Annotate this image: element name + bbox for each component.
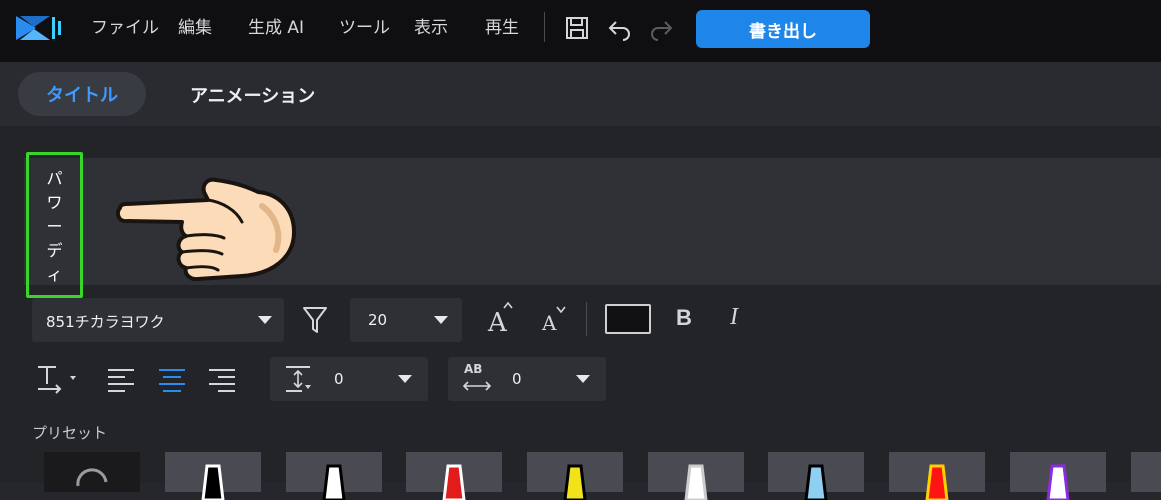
char-spacing-label: AB [464,362,483,376]
italic-button[interactable]: I [730,304,738,331]
preset-a-icon [322,464,346,500]
preset-glyph [684,464,708,500]
bold-button[interactable]: B [676,305,692,331]
save-icon[interactable] [564,15,590,41]
tab-animation[interactable]: アニメーション [190,82,315,108]
svg-text:A: A [487,308,508,334]
font-family-value: 851チカラヨワク [46,313,165,331]
preset-swatch[interactable] [648,452,744,500]
preset-a-icon [1046,464,1070,500]
chevron-down-icon [576,375,590,383]
preset-label: プリセット [32,424,108,442]
svg-text:A: A [541,311,557,334]
app-logo-icon [16,16,61,40]
preset-glyph [201,464,225,500]
tab-bar: タイトル アニメーション [0,62,1161,126]
preset-swatch[interactable] [286,452,382,500]
filter-icon[interactable] [302,305,328,335]
preset-a-icon [201,464,225,500]
menu-view[interactable]: 表示 [414,18,448,38]
chevron-down-icon [434,316,448,324]
chevron-down-icon [398,375,412,383]
menu-file[interactable]: ファイル [91,18,159,38]
vertical-title-text[interactable]: パ ワ ー デ ィ [29,167,80,287]
redo-icon[interactable] [648,15,674,41]
chevron-down-icon [258,316,272,324]
text-color-swatch[interactable] [605,304,651,334]
export-button[interactable]: 書き出し [696,10,870,48]
preset-none[interactable] [44,452,140,492]
preset-swatch[interactable] [889,452,985,500]
menu-generative-ai[interactable]: 生成 AI [248,18,304,38]
preset-glyph [563,464,587,500]
preset-a-icon [563,464,587,500]
preset-swatch[interactable] [165,452,261,500]
line-spacing-value: 0 [334,370,344,388]
menu-playback[interactable]: 再生 [485,18,519,38]
menu-bar: ファイル 編集 生成 AI ツール 表示 再生 書き出し [0,0,1161,62]
preset-swatch[interactable] [527,452,623,500]
menu-edit[interactable]: 編集 [178,18,212,38]
preset-swatch[interactable] [406,452,502,500]
pointing-hand-icon [115,177,296,282]
increase-font-size-icon[interactable]: A [486,300,516,334]
preset-a-icon [442,464,466,500]
preset-a-icon [925,464,949,500]
preset-swatch-partial[interactable] [1131,452,1161,492]
align-left-icon[interactable] [107,368,135,392]
preset-glyph [1046,464,1070,500]
font-size-value: 20 [368,311,388,329]
reset-icon [76,468,108,487]
font-size-dropdown[interactable]: 20 [350,298,462,342]
undo-icon[interactable] [607,15,633,41]
align-center-icon[interactable] [158,368,186,392]
char-spacing-dropdown[interactable]: AB 0 [448,357,606,401]
font-family-dropdown[interactable]: 851チカラヨワク [32,298,284,342]
preset-glyph [442,464,466,500]
decrease-font-size-icon[interactable]: A [540,304,568,334]
preset-a-icon [804,464,828,500]
preset-glyph [322,464,346,500]
char-spacing-value: 0 [512,370,522,388]
align-right-icon[interactable] [208,368,236,392]
preset-swatch[interactable] [1010,452,1106,500]
menu-divider [544,12,545,42]
line-spacing-icon [286,366,311,392]
text-direction-icon[interactable] [36,364,84,394]
preset-a-icon [684,464,708,500]
preset-glyph [804,464,828,500]
menu-tools[interactable]: ツール [339,18,390,38]
toolbar-divider [586,302,587,336]
tab-title[interactable]: タイトル [18,72,146,116]
line-spacing-dropdown[interactable]: 0 [270,357,428,401]
preset-swatch[interactable] [768,452,864,500]
char-spacing-icon [462,381,492,391]
preset-glyph [925,464,949,500]
vertical-text-highlight: パ ワ ー デ ィ [26,152,83,298]
